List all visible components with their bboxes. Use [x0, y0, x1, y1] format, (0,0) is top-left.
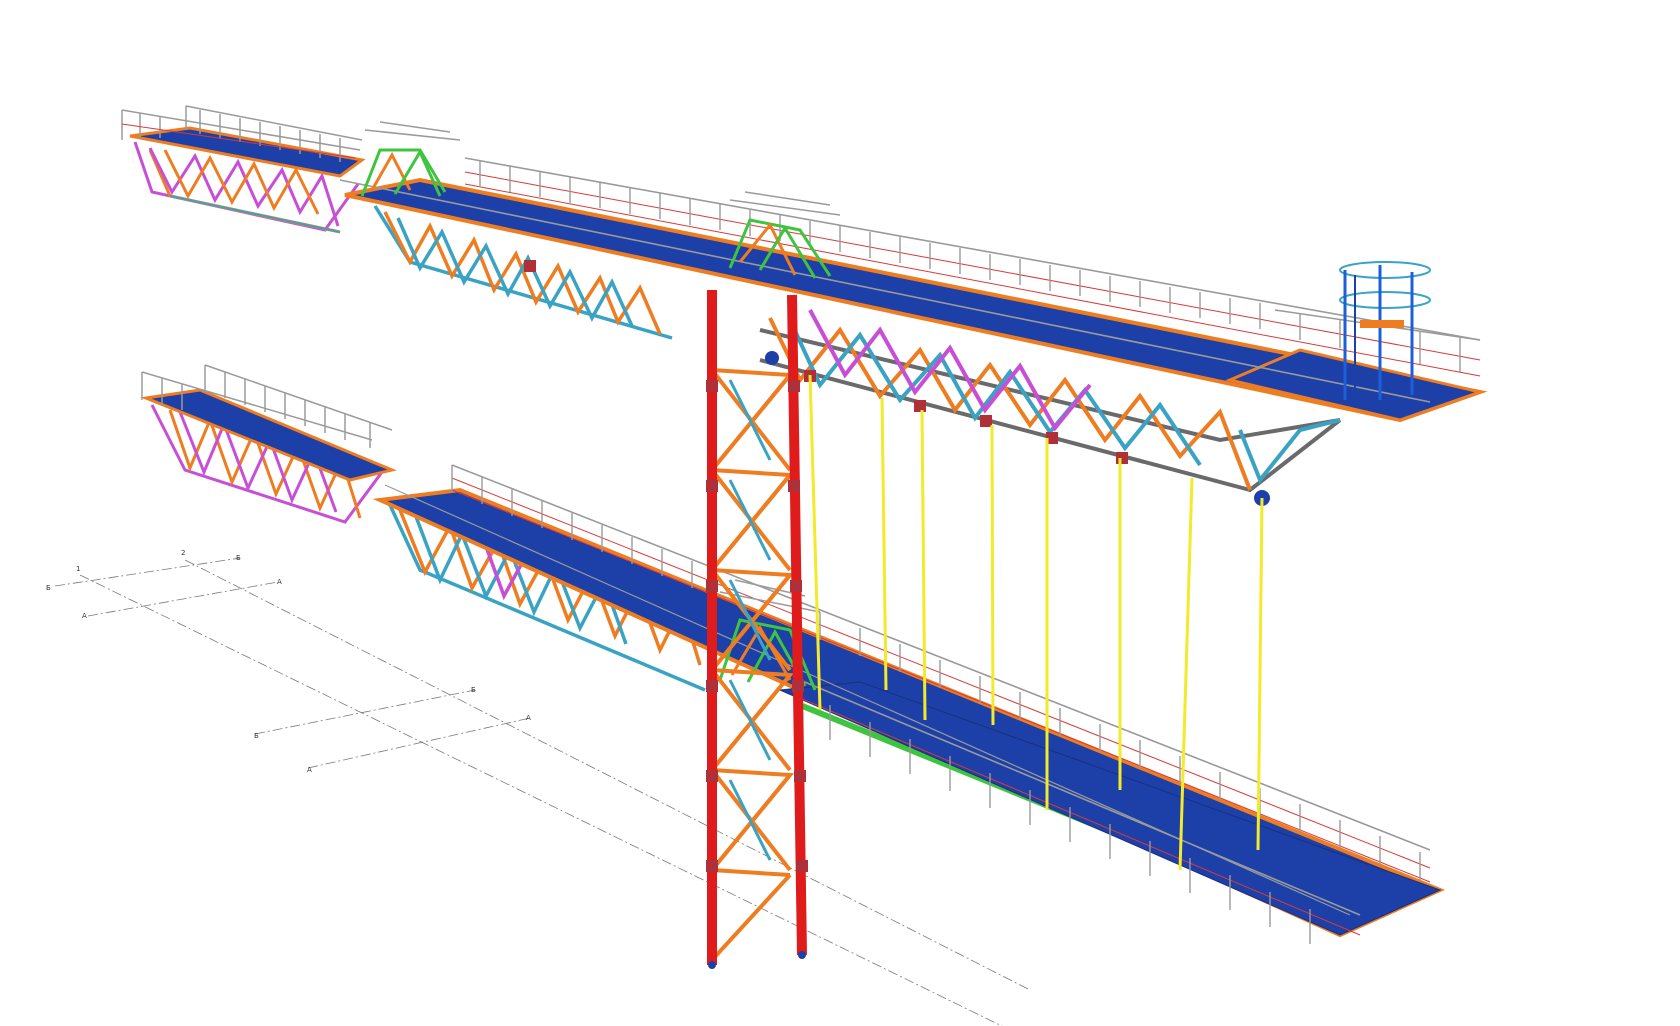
upper-main-span	[339, 121, 1488, 506]
grid-label-b-left-upper: Б	[46, 584, 51, 592]
lower-main-span	[372, 464, 1446, 944]
mid-left-span	[140, 364, 397, 524]
grid-label-b-right-lower: Б	[471, 686, 476, 694]
grid-label-a-left-upper: А	[82, 612, 87, 620]
grid-label-a-right-upper: А	[277, 578, 282, 586]
grid-label-b-right-upper: Б	[236, 554, 241, 562]
upper-left-span	[121, 105, 366, 234]
grid-axis-markers: 1 2 Б Б А А Б Б А А	[46, 549, 531, 774]
grid-label-1: 1	[76, 565, 80, 573]
grid-label-2: 2	[181, 549, 185, 557]
grid-label-a-left-lower: А	[307, 766, 312, 774]
grid-label-b-left-lower: Б	[254, 732, 259, 740]
grid-label-a-right-lower: А	[526, 714, 531, 722]
structure-3d-view: 1 2 Б Б А А Б Б А А	[46, 105, 1488, 1026]
